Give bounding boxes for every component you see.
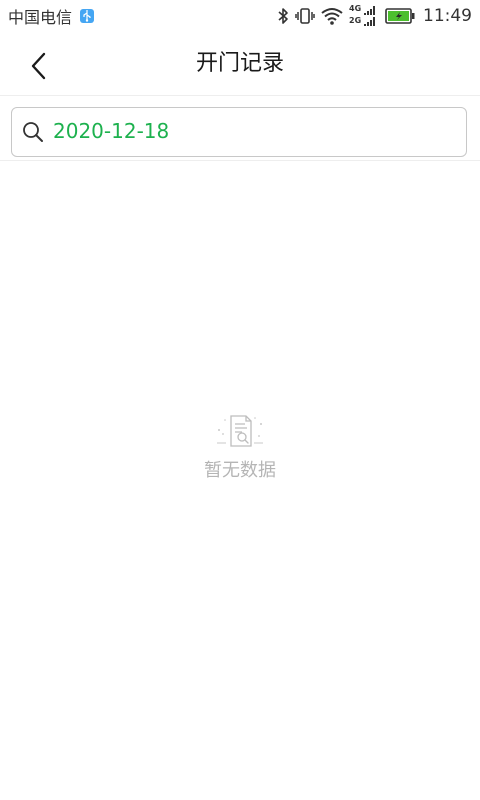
empty-state: 暂无数据	[0, 412, 480, 482]
clock-time: 11:49	[423, 6, 472, 26]
search-icon	[23, 122, 43, 142]
date-search-box[interactable]	[11, 107, 467, 157]
carrier-name: 中国电信	[8, 8, 73, 27]
back-button[interactable]	[20, 48, 56, 84]
vibrate-icon	[295, 7, 315, 25]
status-right: 4G 2G 11:49	[271, 4, 472, 28]
chevron-left-icon	[31, 52, 46, 80]
document-icon	[217, 415, 263, 447]
usb-icon	[80, 9, 95, 23]
page-title: 开门记录	[195, 51, 284, 76]
search-area	[0, 96, 480, 161]
status-left: 中国电信	[8, 5, 95, 27]
app-header: 开门记录	[0, 32, 480, 96]
network-4g-label: 4G	[349, 4, 362, 13]
battery-icon	[385, 8, 415, 24]
date-search-input[interactable]	[53, 108, 453, 155]
network-2g-label: 2G	[349, 16, 362, 25]
empty-message: 暂无数据	[204, 460, 276, 481]
bluetooth-icon	[277, 7, 289, 25]
wifi-icon	[321, 7, 343, 25]
status-bar: 中国电信 4G 2G 11:49	[0, 0, 480, 32]
signal-icon: 4G 2G	[349, 4, 379, 28]
